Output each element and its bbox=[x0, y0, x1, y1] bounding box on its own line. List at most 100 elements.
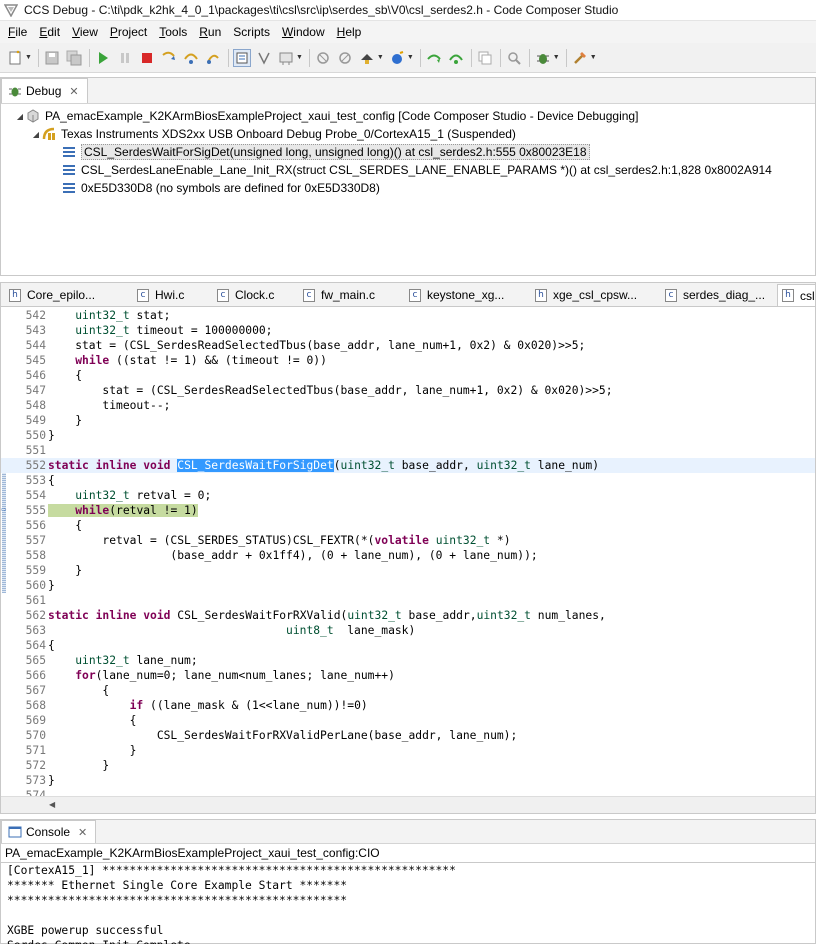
code-line[interactable]: 542 uint32_t stat; bbox=[1, 308, 815, 323]
tree-stack-frame-selected[interactable]: CSL_SerdesWaitForSigDet(unsigned long, u… bbox=[1, 143, 815, 161]
connect-icon[interactable] bbox=[314, 49, 332, 67]
step-over-icon[interactable] bbox=[182, 49, 200, 67]
reset-icon[interactable] bbox=[255, 49, 273, 67]
menu-view[interactable]: View bbox=[66, 21, 104, 43]
code-line[interactable]: ⇨ 555 while(retval != 1) bbox=[1, 503, 815, 518]
menu-scripts[interactable]: Scripts bbox=[227, 21, 276, 43]
collapse-arrow-icon[interactable]: ◢ bbox=[31, 130, 41, 139]
run-last-icon[interactable] bbox=[388, 49, 406, 67]
code-line[interactable]: 564{ bbox=[1, 638, 815, 653]
code-line[interactable]: 556 { bbox=[1, 518, 815, 533]
tab-console[interactable]: Console ✕ bbox=[1, 820, 97, 843]
code-line[interactable]: 551 bbox=[1, 443, 815, 458]
external-tools-icon[interactable] bbox=[571, 49, 589, 67]
code-line[interactable]: 568 if ((lane_mask & (1<<lane_num))!=0) bbox=[1, 698, 815, 713]
code-line[interactable]: 547 stat = (CSL_SerdesReadSelectedTbus(b… bbox=[1, 383, 815, 398]
editor-tab[interactable]: h csl bbox=[777, 284, 815, 306]
restart-dropdown-icon[interactable]: ▼ bbox=[296, 54, 303, 61]
step-into-icon[interactable] bbox=[160, 49, 178, 67]
source-text: timeout--; bbox=[48, 399, 171, 412]
editor-tab[interactable]: c keystone_xg... bbox=[405, 284, 504, 306]
code-line[interactable]: 566 for(lane_num=0; lane_num<num_lanes; … bbox=[1, 668, 815, 683]
disconnect-icon[interactable] bbox=[336, 49, 354, 67]
step-return-icon[interactable] bbox=[204, 49, 222, 67]
tree-thread[interactable]: ◢ Texas Instruments XDS2xx USB Onboard D… bbox=[1, 125, 815, 143]
assembly-step-over-icon[interactable] bbox=[447, 49, 465, 67]
code-line[interactable]: 559 } bbox=[1, 563, 815, 578]
editor-tab[interactable]: c Clock.c bbox=[213, 284, 274, 306]
search-icon[interactable] bbox=[505, 49, 523, 67]
code-line[interactable]: 546 { bbox=[1, 368, 815, 383]
code-line[interactable]: 572 } bbox=[1, 758, 815, 773]
save-all-icon[interactable] bbox=[65, 49, 83, 67]
menu-edit[interactable]: Edit bbox=[33, 21, 66, 43]
code-line[interactable]: 552 static inline void CSL_SerdesWaitForS… bbox=[1, 458, 815, 473]
restart-icon[interactable] bbox=[277, 49, 295, 67]
code-line[interactable]: 571 } bbox=[1, 743, 815, 758]
editor-tab-label: Clock.c bbox=[235, 288, 275, 302]
tab-debug[interactable]: Debug ✕ bbox=[1, 78, 88, 103]
resume-icon[interactable] bbox=[94, 49, 112, 67]
editor-tab[interactable]: h Core_epilo... bbox=[5, 284, 95, 306]
collapse-arrow-icon[interactable]: ◢ bbox=[15, 112, 25, 121]
debug-dropdown-icon[interactable]: ▼ bbox=[553, 54, 560, 61]
horizontal-scrollbar[interactable]: ◀ bbox=[1, 796, 815, 813]
code-line[interactable]: 563 uint8_t lane_mask) bbox=[1, 623, 815, 638]
editor-tab[interactable]: c serdes_diag_... bbox=[661, 284, 765, 306]
menu-tools[interactable]: Tools bbox=[153, 21, 193, 43]
code-line[interactable]: 565 uint32_t lane_num; bbox=[1, 653, 815, 668]
assembly-step-into-icon[interactable] bbox=[425, 49, 443, 67]
debug-icon[interactable] bbox=[534, 49, 552, 67]
suspend-icon[interactable] bbox=[116, 49, 134, 67]
code-line[interactable]: 561 bbox=[1, 593, 815, 608]
code-line[interactable]: 569 { bbox=[1, 713, 815, 728]
save-icon[interactable] bbox=[43, 49, 61, 67]
line-number: 566 bbox=[25, 669, 46, 682]
close-icon[interactable]: ✕ bbox=[69, 85, 78, 98]
menu-window[interactable]: Window bbox=[276, 21, 331, 43]
console-output[interactable]: [CortexA15_1] **************************… bbox=[1, 862, 815, 944]
copy-icon[interactable] bbox=[476, 49, 494, 67]
tree-launch[interactable]: ◢ PA_emacExample_K2KArmBiosExampleProjec… bbox=[1, 107, 815, 125]
console-tab-label: Console bbox=[26, 825, 71, 839]
toolbar-separator bbox=[37, 48, 39, 67]
tree-stack-frame[interactable]: 0xE5D330D8 (no symbols are defined for 0… bbox=[1, 179, 815, 197]
code-line[interactable]: 570 CSL_SerdesWaitForRXValidPerLane(base… bbox=[1, 728, 815, 743]
source-text: (base_addr + 0x1ff4), (0 + lane_num), (0… bbox=[48, 549, 538, 562]
code-line[interactable]: 574 bbox=[1, 788, 815, 796]
code-line[interactable]: 543 uint32_t timeout = 100000000; bbox=[1, 323, 815, 338]
code-line[interactable]: 560} bbox=[1, 578, 815, 593]
code-line[interactable]: 544 stat = (CSL_SerdesReadSelectedTbus(b… bbox=[1, 338, 815, 353]
code-area[interactable]: 542 uint32_t stat; 543 uint32_t timeout =… bbox=[1, 308, 815, 796]
menu-file[interactable]: File bbox=[2, 21, 33, 43]
new-dropdown-icon[interactable]: ▼ bbox=[25, 54, 32, 61]
line-number: 555 bbox=[25, 504, 46, 517]
run-dropdown-icon[interactable]: ▼ bbox=[407, 54, 414, 61]
code-line[interactable]: 548 timeout--; bbox=[1, 398, 815, 413]
code-line[interactable]: 549 } bbox=[1, 413, 815, 428]
menu-project[interactable]: Project bbox=[104, 21, 153, 43]
code-line[interactable]: 545 while ((stat != 1) && (timeout != 0)… bbox=[1, 353, 815, 368]
external-tools-dropdown-icon[interactable]: ▼ bbox=[590, 54, 597, 61]
menu-run[interactable]: Run bbox=[193, 21, 227, 43]
terminate-icon[interactable] bbox=[138, 49, 156, 67]
instruction-stepping-icon[interactable] bbox=[232, 48, 251, 67]
code-line[interactable]: 562 static inline void CSL_SerdesWaitForR… bbox=[1, 608, 815, 623]
code-line[interactable]: 550} bbox=[1, 428, 815, 443]
code-line[interactable]: 557 retval = (CSL_SERDES_STATUS)CSL_FEXT… bbox=[1, 533, 815, 548]
tree-stack-frame[interactable]: CSL_SerdesLaneEnable_Lane_Init_RX(struct… bbox=[1, 161, 815, 179]
new-icon[interactable] bbox=[6, 49, 24, 67]
code-line[interactable]: 558 (base_addr + 0x1ff4), (0 + lane_num)… bbox=[1, 548, 815, 563]
close-icon[interactable]: ✕ bbox=[78, 826, 87, 839]
editor-tab[interactable]: h xge_csl_cpsw... bbox=[531, 284, 637, 306]
load-program-icon[interactable] bbox=[358, 49, 376, 67]
editor-tab[interactable]: c Hwi.c bbox=[133, 284, 184, 306]
code-line[interactable]: 554 uint32_t retval = 0; bbox=[1, 488, 815, 503]
code-line[interactable]: 573} bbox=[1, 773, 815, 788]
menu-help[interactable]: Help bbox=[331, 21, 368, 43]
code-line[interactable]: 553{ bbox=[1, 473, 815, 488]
code-line[interactable]: 567 { bbox=[1, 683, 815, 698]
scroll-left-arrow-icon[interactable]: ◀ bbox=[49, 800, 55, 809]
load-dropdown-icon[interactable]: ▼ bbox=[377, 54, 384, 61]
editor-tab[interactable]: c fw_main.c bbox=[299, 284, 375, 306]
